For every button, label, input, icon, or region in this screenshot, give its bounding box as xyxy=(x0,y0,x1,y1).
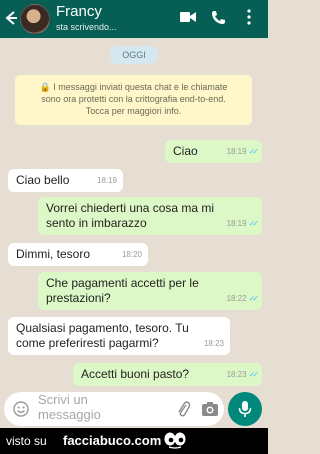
read-ticks-icon: ✓✓ xyxy=(248,147,260,156)
message-bubble[interactable]: Accetti buoni pasto? 18:23 ✓✓ xyxy=(73,363,262,386)
message-bubble[interactable]: Vorrei chiederti una cosa ma mi sento in… xyxy=(38,197,262,235)
message-text: Che pagamenti accetti per le xyxy=(46,276,199,290)
message-meta: 18:22 ✓✓ xyxy=(226,291,260,306)
date-separator: OGGI xyxy=(110,46,158,64)
mic-icon xyxy=(238,401,252,417)
more-vert-icon[interactable] xyxy=(246,9,252,25)
typing-status: sta scrivendo... xyxy=(56,22,117,32)
message-text: Qualsiasi pagamento, tesoro. Tu xyxy=(16,321,189,335)
read-ticks-icon: ✓✓ xyxy=(248,370,260,379)
compose-bar: Scrivi un messaggio xyxy=(0,392,268,428)
notice-line: Tocca per maggiori info. xyxy=(85,106,182,116)
mic-button[interactable] xyxy=(228,392,262,426)
phone-icon[interactable] xyxy=(211,10,226,25)
read-ticks-icon: ✓✓ xyxy=(248,219,260,228)
message-bubble[interactable]: Ciao 18:19 ✓✓ xyxy=(165,140,262,163)
message-time: 18:19 xyxy=(226,147,247,156)
message-time: 18:20 xyxy=(121,250,142,259)
message-time: 18:23 xyxy=(226,370,247,379)
placeholder-line: Scrivi un xyxy=(38,392,88,407)
attach-icon[interactable] xyxy=(176,400,190,418)
message-input[interactable]: Scrivi un messaggio xyxy=(4,392,224,426)
message-bubble[interactable]: Qualsiasi pagamento, tesoro. Tu come pre… xyxy=(8,317,230,355)
message-meta: 18:19 ✓✓ xyxy=(226,144,260,159)
chat-header: Francy sta scrivendo... xyxy=(0,0,268,38)
contact-name[interactable]: Francy xyxy=(56,3,102,21)
message-text: Vorrei chiederti una cosa ma mi xyxy=(46,201,215,215)
encryption-notice[interactable]: 🔒 I messaggi inviati questa chat e le ch… xyxy=(15,75,252,125)
camera-icon[interactable] xyxy=(201,401,219,417)
input-placeholder: Scrivi un messaggio xyxy=(38,392,138,422)
chat-area[interactable]: OGGI 🔒 I messaggi inviati questa chat e … xyxy=(0,38,268,392)
watermark-site: facciabuco.com xyxy=(63,433,162,448)
message-text: prestazioni? xyxy=(46,291,111,305)
message-bubble[interactable]: Ciao bello 18:19 xyxy=(8,169,123,192)
message-text: come preferiresti pagarmi? xyxy=(16,336,159,350)
read-ticks-icon: ✓✓ xyxy=(248,294,260,303)
watermark-prefix: visto su xyxy=(6,434,47,448)
emoji-icon[interactable] xyxy=(13,401,29,417)
avatar[interactable] xyxy=(20,4,50,34)
message-meta: 18:23 ✓✓ xyxy=(226,367,260,382)
placeholder-line: messaggio xyxy=(38,407,101,422)
message-time: 18:19 xyxy=(96,176,117,185)
message-time: 18:19 xyxy=(226,219,247,228)
message-text: sento in imbarazzo xyxy=(46,216,147,230)
message-meta: 18:19 ✓✓ xyxy=(226,216,260,231)
message-time: 18:22 xyxy=(226,294,247,303)
message-bubble[interactable]: Che pagamenti accetti per le prestazioni… xyxy=(38,272,262,310)
video-call-icon[interactable] xyxy=(180,10,196,24)
notice-line: 🔒 I messaggi inviati questa chat e le ch… xyxy=(39,82,228,92)
message-time: 18:23 xyxy=(203,339,224,348)
eyes-logo-icon xyxy=(164,432,186,449)
watermark-bar: visto su facciabuco.com xyxy=(0,428,268,454)
notice-line: sono ora protetti con la crittografia en… xyxy=(41,94,226,104)
message-bubble[interactable]: Dimmi, tesoro 18:20 xyxy=(8,243,148,266)
arrow-back-icon[interactable] xyxy=(3,8,17,28)
